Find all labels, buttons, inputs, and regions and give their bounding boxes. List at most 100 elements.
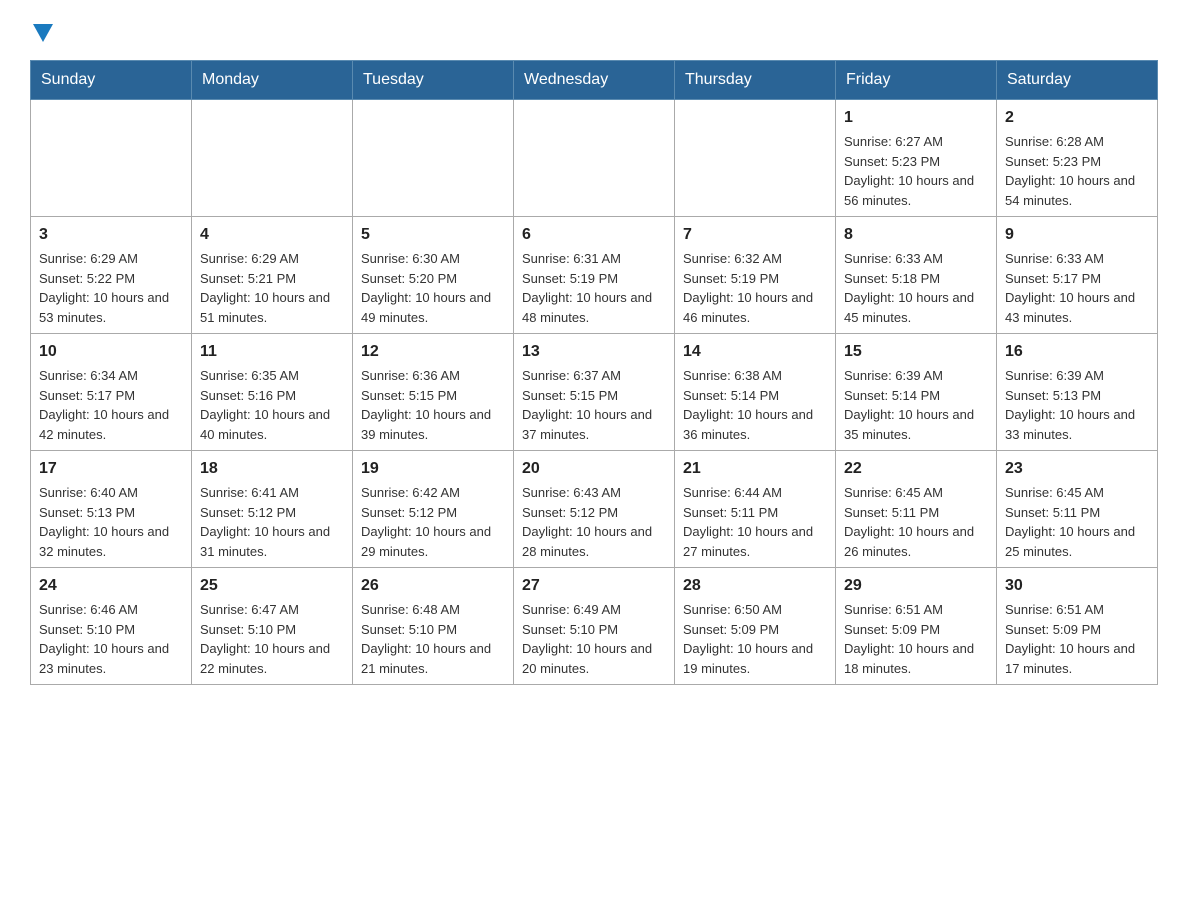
day-info: Daylight: 10 hours and 37 minutes. bbox=[522, 405, 666, 444]
calendar-cell: 6Sunrise: 6:31 AMSunset: 5:19 PMDaylight… bbox=[514, 217, 675, 334]
day-info: Sunrise: 6:36 AM bbox=[361, 366, 505, 386]
calendar-cell: 11Sunrise: 6:35 AMSunset: 5:16 PMDayligh… bbox=[192, 334, 353, 451]
day-info: Daylight: 10 hours and 25 minutes. bbox=[1005, 522, 1149, 561]
day-info: Daylight: 10 hours and 23 minutes. bbox=[39, 639, 183, 678]
day-info: Sunset: 5:19 PM bbox=[683, 269, 827, 289]
calendar-cell: 2Sunrise: 6:28 AMSunset: 5:23 PMDaylight… bbox=[997, 100, 1158, 217]
day-info: Sunset: 5:23 PM bbox=[1005, 152, 1149, 172]
day-number: 12 bbox=[361, 340, 505, 364]
day-info: Daylight: 10 hours and 48 minutes. bbox=[522, 288, 666, 327]
day-info: Sunset: 5:21 PM bbox=[200, 269, 344, 289]
calendar-cell: 13Sunrise: 6:37 AMSunset: 5:15 PMDayligh… bbox=[514, 334, 675, 451]
day-info: Sunrise: 6:32 AM bbox=[683, 249, 827, 269]
day-info: Sunrise: 6:42 AM bbox=[361, 483, 505, 503]
day-info: Sunrise: 6:51 AM bbox=[844, 600, 988, 620]
calendar-cell: 9Sunrise: 6:33 AMSunset: 5:17 PMDaylight… bbox=[997, 217, 1158, 334]
day-info: Sunrise: 6:44 AM bbox=[683, 483, 827, 503]
calendar-cell: 4Sunrise: 6:29 AMSunset: 5:21 PMDaylight… bbox=[192, 217, 353, 334]
day-info: Sunrise: 6:45 AM bbox=[844, 483, 988, 503]
day-info: Daylight: 10 hours and 21 minutes. bbox=[361, 639, 505, 678]
day-info: Sunset: 5:11 PM bbox=[844, 503, 988, 523]
day-number: 6 bbox=[522, 223, 666, 247]
day-info: Sunset: 5:17 PM bbox=[39, 386, 183, 406]
day-info: Daylight: 10 hours and 18 minutes. bbox=[844, 639, 988, 678]
day-number: 26 bbox=[361, 574, 505, 598]
day-info: Sunrise: 6:39 AM bbox=[1005, 366, 1149, 386]
calendar-cell: 27Sunrise: 6:49 AMSunset: 5:10 PMDayligh… bbox=[514, 568, 675, 685]
day-number: 16 bbox=[1005, 340, 1149, 364]
day-info: Sunrise: 6:35 AM bbox=[200, 366, 344, 386]
calendar-table: SundayMondayTuesdayWednesdayThursdayFrid… bbox=[30, 60, 1158, 685]
day-info: Daylight: 10 hours and 19 minutes. bbox=[683, 639, 827, 678]
calendar-cell: 3Sunrise: 6:29 AMSunset: 5:22 PMDaylight… bbox=[31, 217, 192, 334]
day-number: 1 bbox=[844, 106, 988, 130]
page-header bbox=[30, 20, 1158, 40]
day-number: 17 bbox=[39, 457, 183, 481]
day-info: Sunset: 5:19 PM bbox=[522, 269, 666, 289]
day-info: Daylight: 10 hours and 26 minutes. bbox=[844, 522, 988, 561]
day-info: Sunset: 5:14 PM bbox=[844, 386, 988, 406]
day-info: Sunset: 5:17 PM bbox=[1005, 269, 1149, 289]
day-info: Sunset: 5:18 PM bbox=[844, 269, 988, 289]
day-number: 20 bbox=[522, 457, 666, 481]
day-info: Sunrise: 6:34 AM bbox=[39, 366, 183, 386]
day-info: Daylight: 10 hours and 17 minutes. bbox=[1005, 639, 1149, 678]
day-info: Sunrise: 6:40 AM bbox=[39, 483, 183, 503]
calendar-week-1: 1Sunrise: 6:27 AMSunset: 5:23 PMDaylight… bbox=[31, 100, 1158, 217]
day-info: Sunset: 5:13 PM bbox=[39, 503, 183, 523]
day-info: Daylight: 10 hours and 53 minutes. bbox=[39, 288, 183, 327]
day-info: Sunrise: 6:27 AM bbox=[844, 132, 988, 152]
calendar-cell bbox=[31, 100, 192, 217]
day-info: Sunset: 5:09 PM bbox=[844, 620, 988, 640]
day-info: Sunrise: 6:46 AM bbox=[39, 600, 183, 620]
calendar-week-2: 3Sunrise: 6:29 AMSunset: 5:22 PMDaylight… bbox=[31, 217, 1158, 334]
day-info: Sunrise: 6:29 AM bbox=[200, 249, 344, 269]
day-info: Daylight: 10 hours and 45 minutes. bbox=[844, 288, 988, 327]
day-info: Daylight: 10 hours and 51 minutes. bbox=[200, 288, 344, 327]
day-number: 15 bbox=[844, 340, 988, 364]
weekday-header-thursday: Thursday bbox=[675, 61, 836, 100]
calendar-cell: 17Sunrise: 6:40 AMSunset: 5:13 PMDayligh… bbox=[31, 451, 192, 568]
day-info: Daylight: 10 hours and 40 minutes. bbox=[200, 405, 344, 444]
calendar-cell: 23Sunrise: 6:45 AMSunset: 5:11 PMDayligh… bbox=[997, 451, 1158, 568]
day-info: Sunset: 5:12 PM bbox=[522, 503, 666, 523]
day-info: Daylight: 10 hours and 35 minutes. bbox=[844, 405, 988, 444]
calendar-cell: 12Sunrise: 6:36 AMSunset: 5:15 PMDayligh… bbox=[353, 334, 514, 451]
calendar-cell: 26Sunrise: 6:48 AMSunset: 5:10 PMDayligh… bbox=[353, 568, 514, 685]
day-info: Sunrise: 6:39 AM bbox=[844, 366, 988, 386]
day-number: 22 bbox=[844, 457, 988, 481]
day-number: 19 bbox=[361, 457, 505, 481]
day-info: Sunrise: 6:29 AM bbox=[39, 249, 183, 269]
day-number: 9 bbox=[1005, 223, 1149, 247]
weekday-header-saturday: Saturday bbox=[997, 61, 1158, 100]
calendar-header-row: SundayMondayTuesdayWednesdayThursdayFrid… bbox=[31, 61, 1158, 100]
calendar-week-4: 17Sunrise: 6:40 AMSunset: 5:13 PM Dayligh… bbox=[31, 451, 1158, 568]
day-info: Sunset: 5:15 PM bbox=[522, 386, 666, 406]
calendar-cell: 20Sunrise: 6:43 AMSunset: 5:12 PMDayligh… bbox=[514, 451, 675, 568]
calendar-cell: 16Sunrise: 6:39 AMSunset: 5:13 PMDayligh… bbox=[997, 334, 1158, 451]
day-info: Sunrise: 6:31 AM bbox=[522, 249, 666, 269]
day-number: 25 bbox=[200, 574, 344, 598]
day-info: Daylight: 10 hours and 42 minutes. bbox=[39, 405, 183, 444]
day-info: Sunset: 5:22 PM bbox=[39, 269, 183, 289]
day-number: 11 bbox=[200, 340, 344, 364]
day-info: Sunset: 5:09 PM bbox=[683, 620, 827, 640]
day-info: Sunrise: 6:49 AM bbox=[522, 600, 666, 620]
day-number: 21 bbox=[683, 457, 827, 481]
day-info: Daylight: 10 hours and 33 minutes. bbox=[1005, 405, 1149, 444]
day-info: Daylight: 10 hours and 49 minutes. bbox=[361, 288, 505, 327]
weekday-header-monday: Monday bbox=[192, 61, 353, 100]
calendar-cell: 5Sunrise: 6:30 AMSunset: 5:20 PMDaylight… bbox=[353, 217, 514, 334]
day-info: Sunset: 5:10 PM bbox=[361, 620, 505, 640]
calendar-week-5: 24Sunrise: 6:46 AMSunset: 5:10 PMDayligh… bbox=[31, 568, 1158, 685]
calendar-cell: 19Sunrise: 6:42 AMSunset: 5:12 PMDayligh… bbox=[353, 451, 514, 568]
day-number: 13 bbox=[522, 340, 666, 364]
day-info: Sunrise: 6:47 AM bbox=[200, 600, 344, 620]
day-info: Daylight: 10 hours and 46 minutes. bbox=[683, 288, 827, 327]
weekday-header-friday: Friday bbox=[836, 61, 997, 100]
calendar-cell: 22Sunrise: 6:45 AMSunset: 5:11 PMDayligh… bbox=[836, 451, 997, 568]
calendar-cell: 28Sunrise: 6:50 AMSunset: 5:09 PMDayligh… bbox=[675, 568, 836, 685]
weekday-header-sunday: Sunday bbox=[31, 61, 192, 100]
calendar-cell bbox=[353, 100, 514, 217]
calendar-cell: 15Sunrise: 6:39 AMSunset: 5:14 PMDayligh… bbox=[836, 334, 997, 451]
